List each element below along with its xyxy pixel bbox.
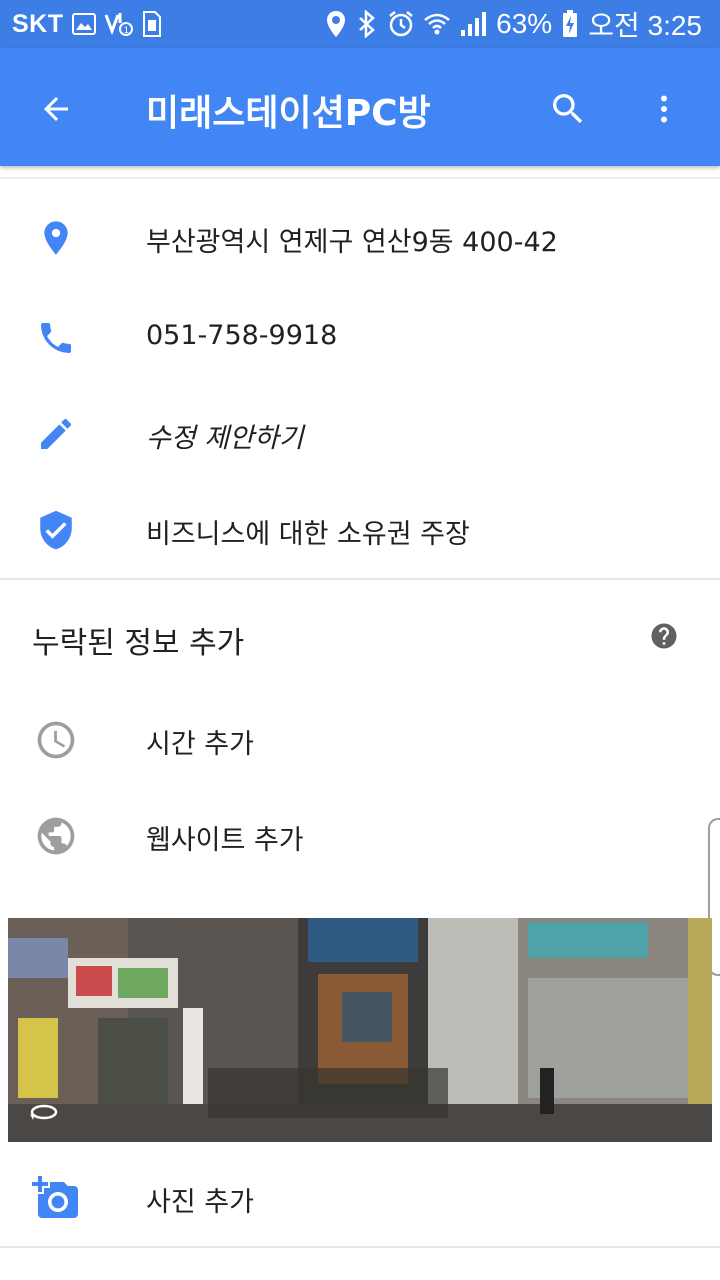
help-button[interactable]	[644, 616, 684, 656]
add-photo-icon	[28, 1170, 84, 1226]
missing-info-title: 누락된 정보 추가	[32, 626, 245, 661]
battery-percent: 63%	[496, 8, 553, 39]
shield-check-icon	[28, 502, 84, 558]
divider	[0, 1246, 720, 1248]
add-photo-label: 사진 추가	[146, 1187, 254, 1218]
claim-business-row[interactable]: 비즈니스에 대한 소유권 주장	[0, 484, 720, 580]
suggest-edit-row[interactable]: 수정 제안하기	[0, 388, 720, 484]
clock-icon	[28, 712, 84, 768]
section-divider	[0, 578, 720, 580]
page-title: 미래스테이션PC방	[146, 93, 431, 134]
divider	[0, 177, 720, 179]
add-website-label: 웹사이트 추가	[146, 825, 304, 856]
street-view-photo[interactable]	[8, 918, 712, 1142]
globe-icon	[28, 808, 84, 864]
claim-business-label: 비즈니스에 대한 소유권 주장	[146, 519, 470, 550]
street-view-image	[8, 918, 712, 1142]
alarm-icon	[388, 10, 414, 38]
back-button[interactable]	[28, 81, 84, 137]
more-options-button[interactable]	[636, 81, 692, 137]
more-vert-icon	[661, 95, 667, 123]
search-icon	[553, 94, 583, 124]
status-bar: SKT 1 63% 오전 3:25	[0, 0, 720, 48]
carrier-label: SKT	[12, 9, 64, 38]
suggest-edit-label: 수정 제안하기	[146, 423, 304, 454]
search-button[interactable]	[540, 81, 596, 137]
battery-charging-icon	[562, 10, 578, 38]
image-notification-icon	[71, 13, 96, 35]
add-photo-row[interactable]: 사진 추가	[0, 1152, 720, 1248]
add-website-row[interactable]: 웹사이트 추가	[0, 790, 720, 886]
add-hours-row[interactable]: 시간 추가	[0, 694, 720, 790]
bluetooth-icon	[356, 10, 378, 38]
add-hours-label: 시간 추가	[146, 729, 254, 760]
back-arrow-icon	[44, 97, 68, 121]
address-row[interactable]: 부산광역시 연제구 연산9동 400-42	[0, 192, 720, 288]
pencil-icon	[28, 406, 84, 462]
rotate-360-icon	[26, 1094, 62, 1130]
phone-row[interactable]: 051-758-9918	[0, 292, 720, 388]
phone-label: 051-758-9918	[146, 320, 338, 351]
address-label: 부산광역시 연제구 연산9동 400-42	[146, 227, 558, 258]
location-pin-icon	[28, 210, 84, 266]
phone-icon	[28, 310, 84, 366]
signal-icon	[460, 11, 487, 37]
volte-icon: 1	[104, 11, 134, 37]
wifi-icon	[424, 12, 450, 36]
app-bar: 미래스테이션PC방	[0, 48, 720, 166]
svg-text:1: 1	[123, 26, 129, 36]
sim-card-icon	[142, 11, 162, 37]
help-icon	[651, 623, 677, 649]
clock-time: 오전 3:25	[588, 10, 702, 41]
location-status-icon	[326, 10, 346, 38]
